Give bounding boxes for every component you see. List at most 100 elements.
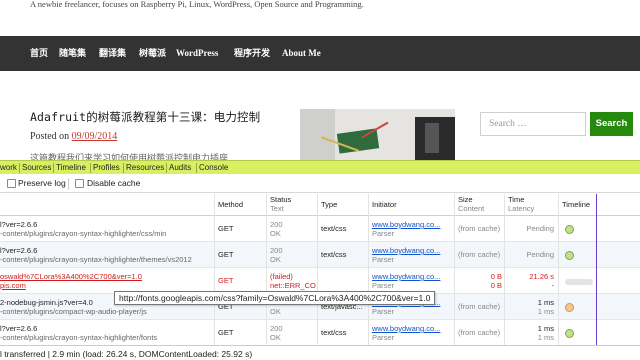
request-status-cell: 200 OK: [270, 220, 283, 238]
column-divider[interactable]: [368, 194, 369, 352]
column-header-initiator[interactable]: Initiator: [372, 200, 397, 209]
posted-on-label: Posted on: [30, 131, 70, 142]
nav-item-wordpress[interactable]: WordPress: [176, 36, 218, 71]
request-name: oswald%7CLora%3A400%2C700&ver=1.0: [0, 272, 142, 281]
request-initiator-cell[interactable]: www.boydwang.co... Parser: [372, 246, 440, 264]
table-row[interactable]: l?ver=2.6.6 -content/plugins/crayon-synt…: [0, 242, 640, 268]
column-header-method[interactable]: Method: [218, 200, 243, 209]
nav-item-programming[interactable]: 程序开发: [234, 36, 270, 71]
request-type: text/css: [321, 328, 347, 337]
request-name-cell[interactable]: l?ver=2.6.6 -content/plugins/crayon-synt…: [0, 220, 214, 238]
url-tooltip: http://fonts.googleapis.com/css?family=O…: [114, 291, 436, 305]
request-name: l?ver=2.6.6: [0, 246, 38, 255]
column-header-status[interactable]: Status Text: [270, 195, 291, 213]
column-header-type[interactable]: Type: [321, 200, 337, 209]
request-initiator[interactable]: www.boydwang.co...: [372, 220, 440, 229]
nav-item-translations[interactable]: 翻译集: [99, 36, 126, 71]
column-header-status-label: Status: [270, 195, 292, 204]
nav-item-raspberry-pi[interactable]: 树莓派: [139, 36, 166, 71]
request-initiator[interactable]: www.boydwang.co...: [372, 324, 440, 333]
nav-item-essays[interactable]: 随笔集: [59, 36, 86, 71]
table-header: Method Status Text Type Initiator Size C…: [0, 194, 640, 216]
tab-separator: [196, 163, 197, 173]
request-path: -content/plugins/crayon-syntax-highlight…: [0, 255, 192, 264]
post-date-link[interactable]: 09/09/2014: [72, 131, 118, 142]
request-method: GET: [218, 250, 234, 259]
request-content-size: 0 B: [490, 281, 502, 290]
timeline-marker: [565, 329, 574, 338]
image-background-shape: [300, 109, 335, 163]
column-divider[interactable]: [214, 194, 215, 352]
request-method: GET: [218, 328, 234, 337]
network-status-bar: l transferred | 2.9 min (load: 26.24 s, …: [0, 345, 640, 360]
column-header-time-sub: Latency: [508, 204, 535, 213]
timeline-load-marker: [596, 194, 597, 352]
column-header-timeline[interactable]: Timeline: [562, 200, 590, 209]
disable-cache-label[interactable]: Disable cache: [87, 178, 140, 188]
timeline-marker: [565, 251, 574, 260]
column-divider[interactable]: [317, 194, 318, 352]
preserve-log-checkbox[interactable]: [7, 179, 16, 188]
request-status: 200: [270, 220, 283, 229]
tab-resources[interactable]: Resources: [126, 162, 164, 174]
request-name-cell[interactable]: l?ver=2.6.6 -content/plugins/crayon-synt…: [0, 246, 214, 264]
request-method: GET: [218, 276, 234, 285]
timeline-marker: [565, 303, 574, 312]
request-initiator[interactable]: www.boydwang.co...: [372, 246, 440, 255]
table-row[interactable]: l?ver=2.6.6 -content/plugins/crayon-synt…: [0, 216, 640, 242]
column-divider[interactable]: [266, 194, 267, 352]
request-time-cell: 1 ms 1 ms: [508, 298, 554, 316]
column-header-size[interactable]: Size Content: [458, 195, 484, 213]
disable-cache-checkbox[interactable]: [75, 179, 84, 188]
tab-audits[interactable]: Audits: [169, 162, 191, 174]
request-status-text: OK: [270, 229, 281, 238]
request-time-cell: 21.26 s -: [508, 272, 554, 290]
request-name: l?ver=2.6.6: [0, 220, 38, 229]
request-initiator-cell[interactable]: www.boydwang.co... Parser: [372, 220, 440, 238]
request-time: Pending: [526, 224, 554, 233]
tab-network[interactable]: work: [0, 162, 17, 174]
request-size-cell: 0 B 0 B: [458, 272, 502, 290]
request-path: -content/plugins/crayon-syntax-highlight…: [0, 333, 158, 342]
request-initiator[interactable]: www.boydwang.co...: [372, 272, 440, 281]
request-time: 21.26 s: [529, 272, 554, 281]
timeline-marker: [565, 225, 574, 234]
search-input[interactable]: [480, 112, 586, 136]
column-divider[interactable]: [504, 194, 505, 352]
request-initiator-cell[interactable]: www.boydwang.co... Parser: [372, 324, 440, 342]
column-divider[interactable]: [454, 194, 455, 352]
request-time: 1 ms: [537, 298, 554, 307]
tab-timeline[interactable]: Timeline: [56, 162, 86, 174]
main-navigation: 首页 随笔集 翻译集 树莓派 WordPress 程序开发 About Me: [0, 36, 640, 71]
request-initiator-type: Parser: [372, 307, 395, 316]
request-size: (from cache): [458, 224, 501, 233]
request-initiator-cell[interactable]: www.boydwang.co... Parser: [372, 272, 440, 290]
nav-item-about-me[interactable]: About Me: [282, 36, 321, 71]
request-time: Pending: [526, 250, 554, 259]
tab-separator: [123, 163, 124, 173]
request-name-cell[interactable]: l?ver=2.6.6 -content/plugins/crayon-synt…: [0, 324, 214, 342]
request-status: (failed): [270, 272, 293, 281]
search-button[interactable]: Search: [590, 112, 633, 136]
request-path: -content/plugins/crayon-syntax-highlight…: [0, 229, 167, 238]
preserve-log-label[interactable]: Preserve log: [18, 178, 66, 188]
image-device-detail-shape: [425, 123, 439, 153]
tab-profiles[interactable]: Profiles: [93, 162, 120, 174]
table-row[interactable]: l?ver=2.6.6 -content/plugins/crayon-synt…: [0, 320, 640, 346]
request-name-cell[interactable]: oswald%7CLora%3A400%2C700&ver=1.0 pis.co…: [0, 272, 214, 290]
request-time-cell: 1 ms 1 ms: [508, 324, 554, 342]
column-header-time[interactable]: Time Latency: [508, 195, 534, 213]
post-meta: Posted on 09/09/2014: [30, 131, 117, 142]
post-featured-image[interactable]: [300, 109, 455, 163]
network-request-table: Method Status Text Type Initiator Size C…: [0, 194, 640, 352]
request-latency: 1 ms: [537, 333, 554, 342]
tab-sources[interactable]: Sources: [22, 162, 51, 174]
column-divider[interactable]: [558, 194, 559, 352]
tab-separator: [19, 163, 20, 173]
nav-item-home[interactable]: 首页: [30, 36, 48, 71]
request-status-cell: 200 OK: [270, 324, 283, 342]
request-name: l?ver=2.6.6: [0, 324, 38, 333]
tab-console[interactable]: Console: [199, 162, 228, 174]
request-status-text: OK: [270, 307, 281, 316]
post-title-link[interactable]: Adafruit的树莓派教程第十三课：电力控制: [30, 109, 260, 125]
